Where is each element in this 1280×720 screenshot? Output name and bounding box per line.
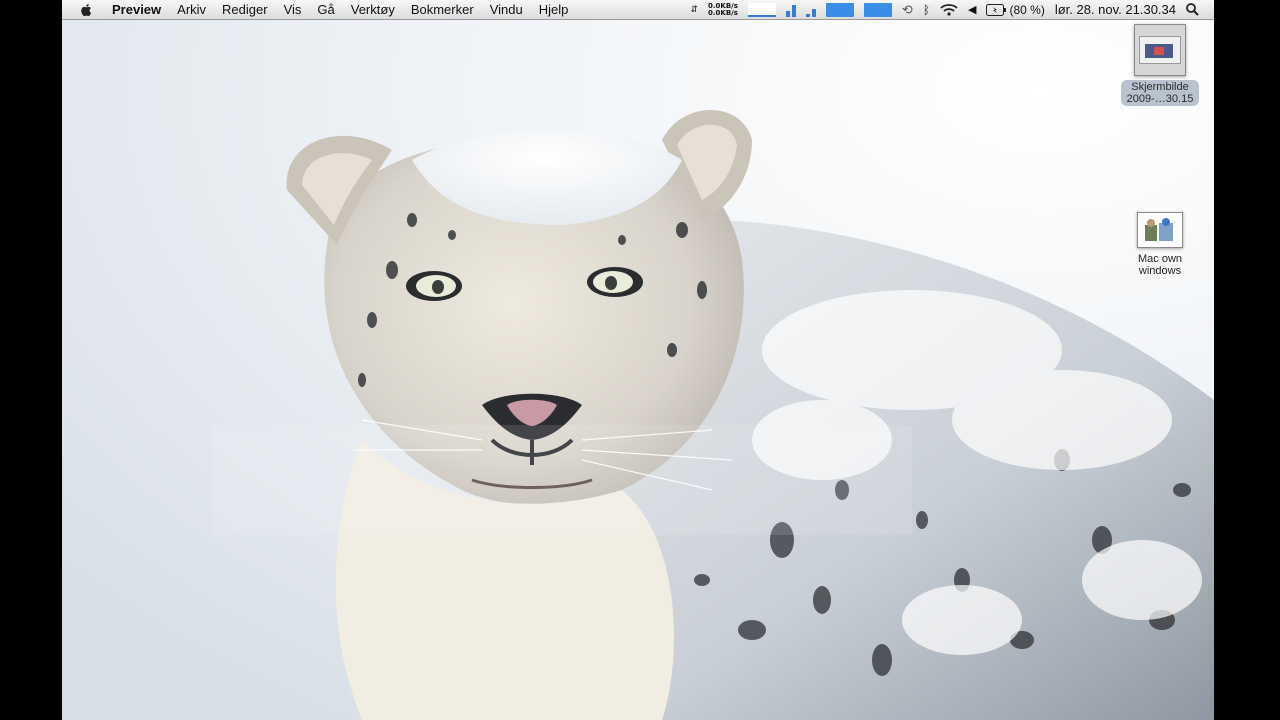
desktop-icon-label: Skjermbilde 2009-…30.15: [1120, 80, 1200, 106]
wifi-icon[interactable]: [935, 0, 963, 19]
desktop-icon-screenshot[interactable]: Skjermbilde 2009-…30.15: [1110, 24, 1210, 106]
spotlight-icon[interactable]: [1181, 0, 1204, 19]
faint-overlay-box: [212, 425, 912, 535]
menu-vindu[interactable]: Vindu: [482, 0, 531, 19]
menu-arkiv[interactable]: Arkiv: [169, 0, 214, 19]
memory-icon[interactable]: [781, 0, 801, 19]
menubar-clock[interactable]: lør. 28. nov. 21.30.34: [1050, 0, 1181, 19]
document-thumbnail-icon: [1137, 212, 1183, 248]
apple-menu[interactable]: [76, 3, 96, 17]
snow-leopard-wallpaper: [62, 20, 1214, 720]
screenshot-thumbnail-icon: [1134, 24, 1186, 76]
bluetooth-icon[interactable]: ᛒ: [918, 0, 935, 19]
network-speed[interactable]: 0.0KB/s 0.0KB/s: [703, 0, 743, 19]
icon-label-line2: 2009-…30.15: [1126, 93, 1194, 105]
disk2-icon[interactable]: [859, 0, 897, 19]
icon-label-line2: windows: [1138, 265, 1182, 277]
menu-bar: Preview Arkiv Rediger Vis Gå Verktøy Bok…: [62, 0, 1214, 20]
menu-preview[interactable]: Preview: [104, 0, 169, 19]
battery-icon[interactable]: (80 %): [981, 0, 1049, 19]
disk-icon[interactable]: [821, 0, 859, 19]
icon-label-line1: Skjermbilde: [1131, 81, 1189, 93]
menu-hjelp[interactable]: Hjelp: [531, 0, 577, 19]
apple-logo-icon: [81, 3, 92, 16]
icon-label-line1: Mac own: [1137, 253, 1183, 265]
cpu-icon[interactable]: [801, 0, 821, 19]
status-area: ⇵ 0.0KB/s 0.0KB/s ⟲ ᛒ ◀ (80 %) lør. 28. …: [685, 0, 1214, 19]
timemachine-icon[interactable]: ⟲: [897, 0, 918, 19]
network-graph-icon[interactable]: [743, 0, 781, 19]
desktop-icon-label: Mac own windows: [1132, 252, 1188, 278]
menu-ga[interactable]: Gå: [309, 0, 342, 19]
menu-vis[interactable]: Vis: [276, 0, 310, 19]
menu-rediger[interactable]: Rediger: [214, 0, 276, 19]
volume-icon[interactable]: ◀: [963, 0, 981, 19]
battery-percent: (80 %): [1009, 2, 1045, 17]
updown-arrows-icon[interactable]: ⇵: [685, 0, 703, 19]
net-down-text: 0.0KB/s: [708, 8, 738, 17]
desktop-screen: Preview Arkiv Rediger Vis Gå Verktøy Bok…: [62, 0, 1214, 720]
menu-bokmerker[interactable]: Bokmerker: [403, 0, 482, 19]
menu-verktoy[interactable]: Verktøy: [343, 0, 403, 19]
desktop-icon-mac-own-windows[interactable]: Mac own windows: [1110, 212, 1210, 278]
